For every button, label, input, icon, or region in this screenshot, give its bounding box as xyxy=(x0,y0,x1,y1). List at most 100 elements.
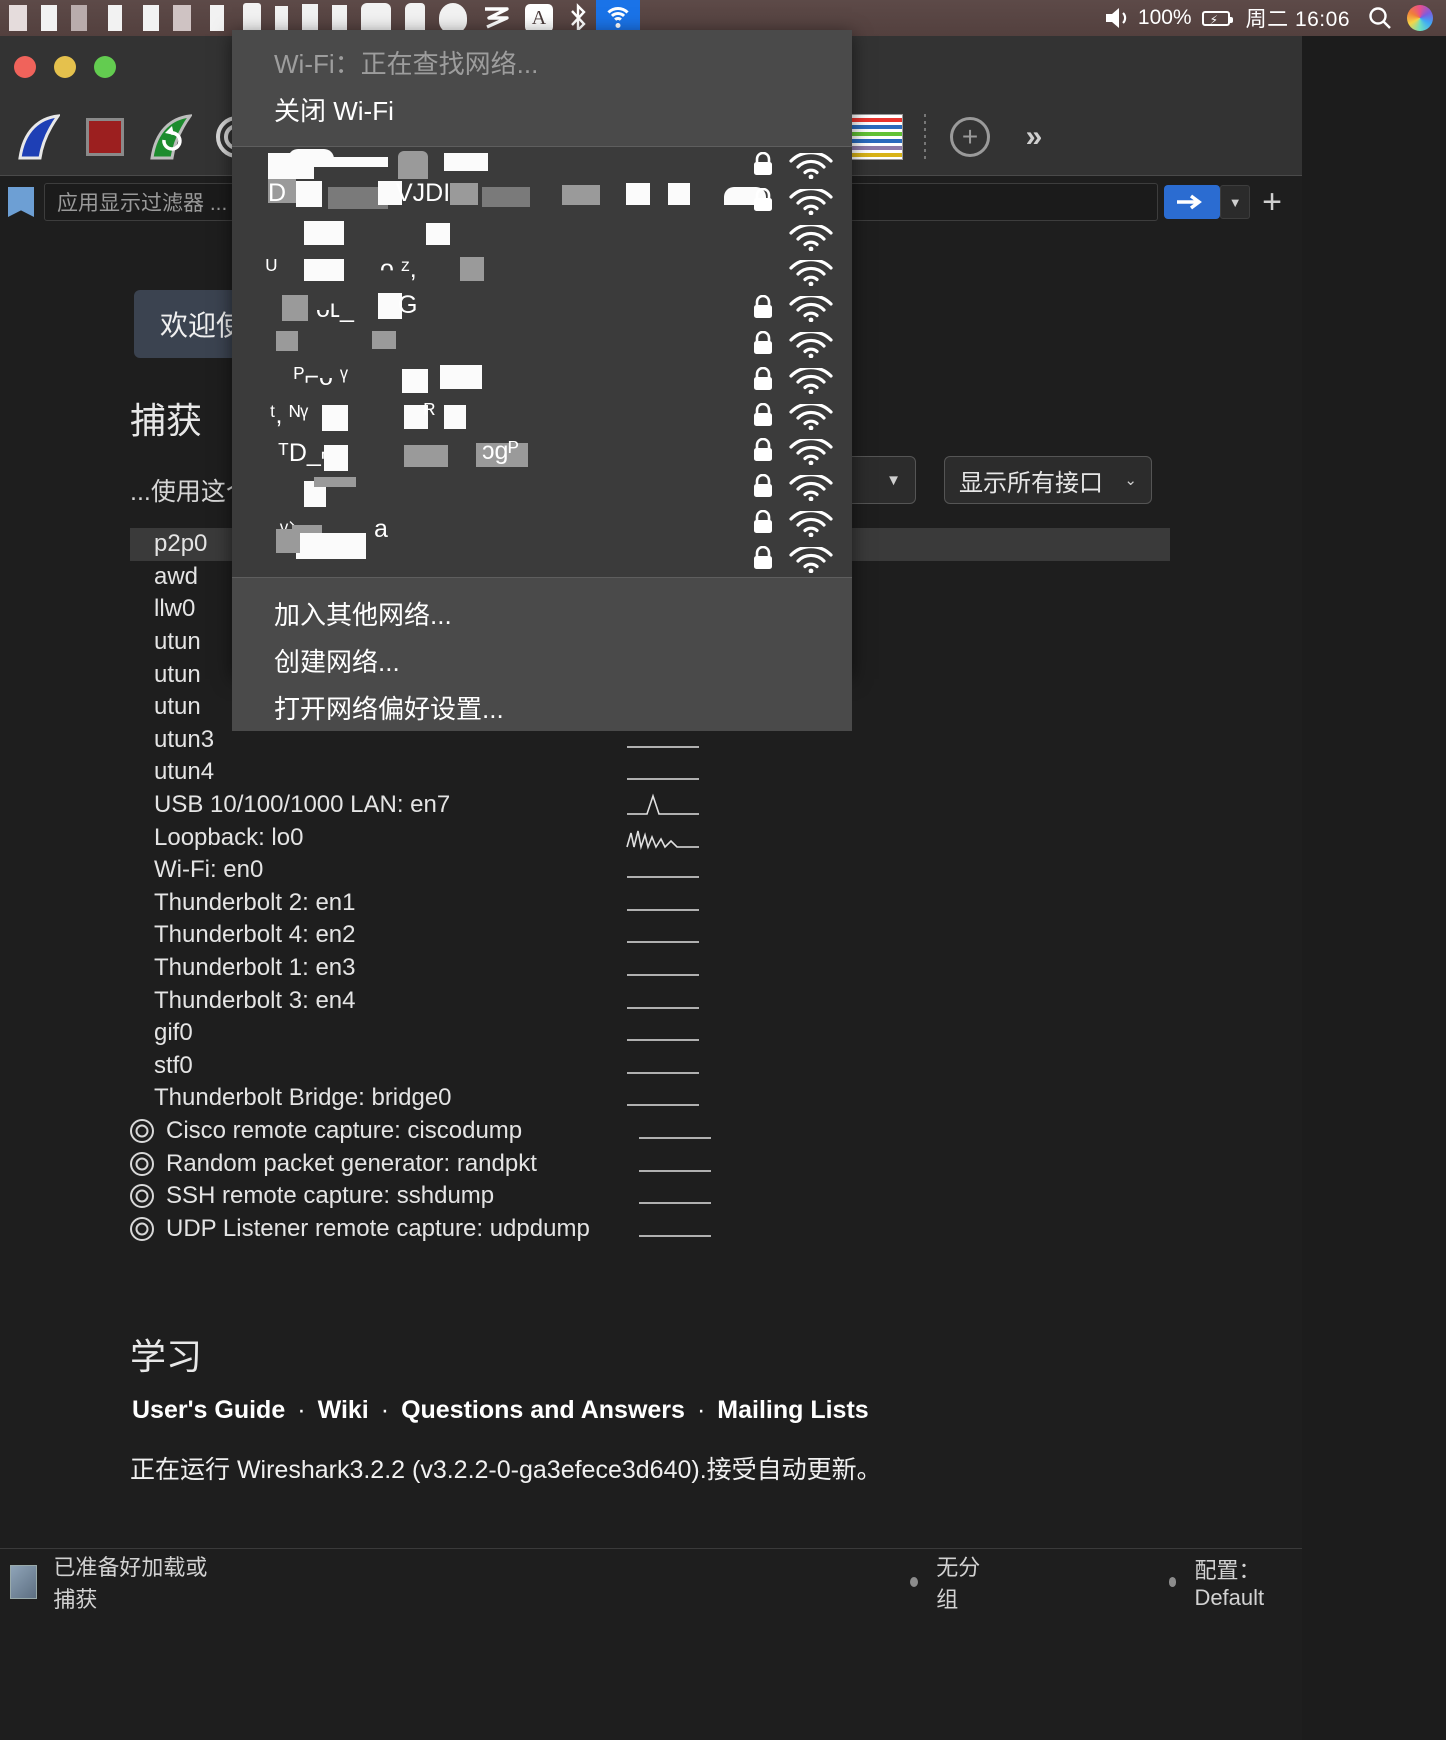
wifi-network-row[interactable] xyxy=(232,398,852,434)
interface-name: gif0 xyxy=(154,1019,193,1047)
input-source-label: A xyxy=(525,4,553,32)
status-divider-dot xyxy=(910,1576,919,1587)
search-icon[interactable] xyxy=(1360,0,1400,36)
redacted-app-icon[interactable] xyxy=(64,0,94,36)
interface-name: Cisco remote capture: ciscodump xyxy=(166,1116,523,1144)
status-bar: 已准备好加载或捕获 无分组 配置：Default xyxy=(0,1548,1302,1614)
menubar-clock[interactable]: 周二 16:06 xyxy=(1236,3,1360,33)
lock-icon xyxy=(752,366,774,391)
siri-icon[interactable] xyxy=(1400,0,1440,36)
lock-icon xyxy=(752,438,774,462)
interface-sparkline xyxy=(639,1137,711,1139)
interface-sparkline xyxy=(627,1006,699,1009)
interface-sparkline xyxy=(627,909,699,911)
interface-sparkline xyxy=(639,1234,711,1237)
interface-row[interactable]: Thunderbolt 4: en2 xyxy=(130,919,1170,952)
wifi-network-row[interactable] xyxy=(232,183,852,219)
apply-filter-button[interactable] xyxy=(1164,185,1221,219)
wifi-network-row[interactable] xyxy=(232,541,852,577)
redacted-app-icon[interactable] xyxy=(198,0,236,36)
status-right-text: 配置：Default xyxy=(1194,1557,1265,1610)
wifi-menu-action[interactable]: 打开网络偏好设置... xyxy=(232,684,852,731)
wifi-network-row[interactable] xyxy=(232,254,852,290)
wifi-network-row[interactable] xyxy=(232,433,852,469)
bookmark-icon[interactable] xyxy=(8,187,34,217)
interface-row[interactable]: SSH remote capture: sshdump xyxy=(130,1180,1170,1213)
wifi-menu-action[interactable]: 加入其他网络... xyxy=(232,590,852,637)
toolbar-overflow-button[interactable]: » xyxy=(1006,107,1062,167)
interface-sparkline xyxy=(627,974,699,976)
lock-icon xyxy=(752,151,774,176)
plus-icon[interactable]: + xyxy=(1250,183,1294,222)
restart-capture-icon[interactable] xyxy=(138,107,204,167)
interface-name: UDP Listener remote capture: udpdump xyxy=(166,1214,590,1242)
interface-sparkline xyxy=(627,1039,699,1042)
wifi-menu-action[interactable]: 创建网络... xyxy=(232,637,852,684)
link-separator: · xyxy=(297,1396,306,1424)
interface-row[interactable]: UDP Listener remote capture: udpdump xyxy=(130,1212,1170,1245)
interface-name: Thunderbolt 3: en4 xyxy=(154,986,356,1014)
wifi-network-row[interactable] xyxy=(232,147,852,183)
learn-link[interactable]: Questions and Answers xyxy=(401,1396,685,1424)
battery-percent: 100% xyxy=(1137,6,1192,29)
wifi-network-row[interactable] xyxy=(232,362,852,398)
interface-row[interactable]: Thunderbolt 1: en3 xyxy=(130,952,1170,985)
show-all-interfaces-select[interactable]: 显示所有接口 ⌄ xyxy=(944,456,1152,504)
wifi-network-row[interactable] xyxy=(232,469,852,505)
wifi-toggle-item[interactable]: 关闭 Wi-Fi xyxy=(274,91,852,142)
lock-icon xyxy=(752,473,774,498)
wifi-network-row[interactable] xyxy=(232,290,852,326)
interface-row[interactable]: Wi-Fi: en0 xyxy=(130,854,1170,887)
interface-sparkline xyxy=(639,1169,711,1172)
wifi-menu-header: Wi-Fi：正在查找网络... 关闭 Wi-Fi xyxy=(232,30,852,146)
interface-name: Loopback: lo0 xyxy=(154,823,304,851)
close-button[interactable] xyxy=(14,56,36,78)
wifi-signal-icon xyxy=(788,509,834,538)
wifi-network-row[interactable] xyxy=(232,505,852,541)
stop-capture-icon[interactable] xyxy=(72,107,138,167)
wifi-menu-actions: 加入其他网络... 创建网络... 打开网络偏好设置... xyxy=(232,578,852,731)
learn-link[interactable]: Mailing Lists xyxy=(717,1396,868,1424)
interface-row[interactable]: Cisco remote capture: ciscodump xyxy=(130,1115,1170,1148)
interface-row[interactable]: gif0 xyxy=(130,1017,1170,1050)
interface-row[interactable]: Thunderbolt 3: en4 xyxy=(130,984,1170,1017)
gear-icon xyxy=(130,1151,154,1176)
interface-name: SSH remote capture: sshdump xyxy=(166,1182,495,1210)
show-all-interfaces-label: 显示所有接口 xyxy=(959,469,1103,497)
minimize-button[interactable] xyxy=(54,56,76,78)
wifi-signal-icon xyxy=(788,437,834,466)
interface-row[interactable]: utun4 xyxy=(130,756,1170,789)
gear-icon xyxy=(130,1216,154,1241)
learn-link[interactable]: User's Guide xyxy=(132,1396,285,1424)
interface-row[interactable]: Random packet generator: randpkt xyxy=(130,1147,1170,1180)
interface-row[interactable]: Thunderbolt 2: en1 xyxy=(130,887,1170,920)
wifi-network-list[interactable]: D VJDI ᵁ ᴖ ᶻ, ᴗʟ_ G ᴾ⌐ᴗ ᵞ ᵗ, ᴺᵞ ᴿ ᵀD_⌐ ᴐ… xyxy=(232,147,852,577)
interface-name: Thunderbolt Bridge: bridge0 xyxy=(154,1084,452,1112)
battery-charging-icon[interactable]: ⚡ xyxy=(1196,0,1236,36)
maximize-button[interactable] xyxy=(94,56,116,78)
interface-row[interactable]: USB 10/100/1000 LAN: en7 xyxy=(130,789,1170,822)
start-capture-icon[interactable] xyxy=(6,107,72,167)
volume-icon[interactable] xyxy=(1096,0,1138,36)
interface-row[interactable]: Loopback: lo0 xyxy=(130,821,1170,854)
wifi-network-row[interactable] xyxy=(232,219,852,255)
interface-sparkline xyxy=(627,778,699,781)
lock-icon xyxy=(752,402,774,427)
interface-row[interactable]: stf0 xyxy=(130,1050,1170,1083)
redacted-app-icon[interactable] xyxy=(34,0,64,36)
zoom-in-icon[interactable]: + xyxy=(934,107,1006,167)
redacted-app-icon[interactable] xyxy=(2,0,34,36)
interface-name: utun4 xyxy=(154,758,215,786)
learn-link[interactable]: Wiki xyxy=(318,1396,369,1424)
capture-file-properties-icon[interactable] xyxy=(10,1564,38,1599)
redacted-app-icon[interactable] xyxy=(166,0,198,36)
chevron-down-icon[interactable]: ▼ xyxy=(1220,185,1251,219)
redacted-app-icon[interactable] xyxy=(94,0,136,36)
toolbar-separator xyxy=(924,113,926,160)
redacted-app-icon[interactable] xyxy=(136,0,166,36)
wifi-signal-icon xyxy=(788,365,834,395)
interface-row[interactable]: Thunderbolt Bridge: bridge0 xyxy=(130,1082,1170,1115)
display-filter-placeholder: 应用显示过滤器 ... xyxy=(57,192,228,215)
wifi-network-row[interactable] xyxy=(232,326,852,362)
interface-name: stf0 xyxy=(154,1051,193,1079)
